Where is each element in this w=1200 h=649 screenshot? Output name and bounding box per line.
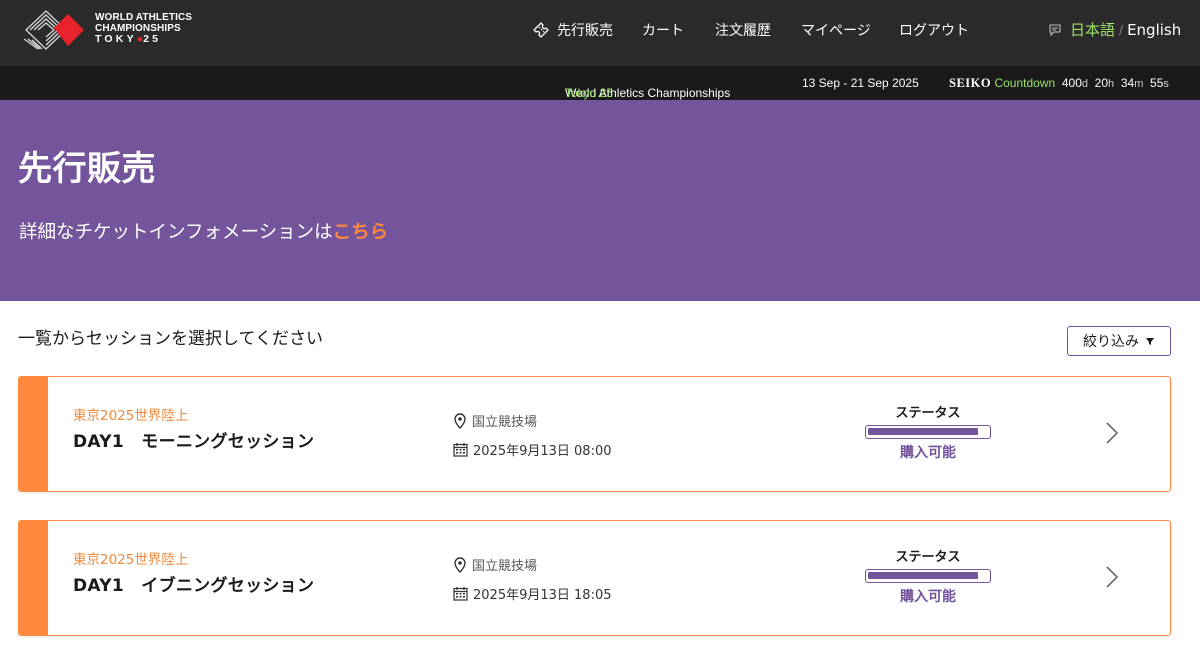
status-bar xyxy=(865,425,991,439)
nav-presale[interactable]: 先行販売 xyxy=(532,20,613,40)
venue: 国立競技場 xyxy=(453,555,537,574)
nav-cart[interactable]: カート xyxy=(642,20,684,40)
session-card[interactable]: 東京2025世界陸上 DAY1 イブニングセッション 国立競技場 2025年9月… xyxy=(18,520,1171,636)
status-bar xyxy=(865,569,991,583)
top-header: WORLD ATHLETICS CHAMPIONSHIPS TOKY●25 先行… xyxy=(0,0,1200,66)
ticket-icon xyxy=(533,22,549,38)
world-athletics-logo[interactable] xyxy=(22,9,86,51)
status-bar-fill xyxy=(868,428,978,435)
calendar-icon xyxy=(453,443,468,457)
session-datetime: 2025年9月13日 08:00 xyxy=(453,440,612,459)
event-info-bar: World Athletics Championships Tokyo 25 1… xyxy=(0,66,1200,100)
nav-mypage[interactable]: マイページ xyxy=(801,20,871,40)
sponsor-logo: SEIKO xyxy=(949,76,992,90)
venue: 国立競技場 xyxy=(453,411,537,430)
lang-english[interactable]: English xyxy=(1127,21,1181,39)
session-card[interactable]: 東京2025世界陸上 DAY1 モーニングセッション 国立競技場 2025年9月… xyxy=(18,376,1171,492)
filter-icon xyxy=(1146,338,1154,345)
lang-japanese[interactable]: 日本語 xyxy=(1070,19,1115,40)
status-text: 購入可能 xyxy=(900,445,956,461)
status-bar-fill xyxy=(868,572,978,579)
calendar-icon xyxy=(453,587,468,601)
nav-order-history[interactable]: 注文履歴 xyxy=(715,20,771,40)
event-dates: 13 Sep - 21 Sep 2025 xyxy=(802,76,919,90)
card-accent-bar xyxy=(19,377,48,491)
location-pin-icon xyxy=(454,412,466,429)
session-datetime: 2025年9月13日 18:05 xyxy=(453,584,612,603)
chat-bubble-icon xyxy=(1049,23,1061,36)
event-name: 東京2025世界陸上 xyxy=(73,552,189,568)
filter-button[interactable]: 絞り込み xyxy=(1067,326,1171,356)
card-accent-bar xyxy=(19,521,48,635)
page-title: 先行販売 xyxy=(18,149,156,189)
chevron-right-icon xyxy=(1106,566,1118,588)
session-name: DAY1 モーニングセッション xyxy=(73,432,315,452)
status-label: ステータス xyxy=(895,406,961,421)
ticket-info-text: 詳細なチケットインフォメーションはこちら xyxy=(19,222,389,243)
status-label: ステータス xyxy=(895,550,961,565)
status-text: 購入可能 xyxy=(900,589,956,605)
countdown-label: Countdown xyxy=(994,76,1056,90)
session-name: DAY1 イブニングセッション xyxy=(73,576,315,596)
hero-banner: 先行販売 詳細なチケットインフォメーションはこちら xyxy=(0,100,1200,301)
nav-logout[interactable]: ログアウト xyxy=(899,20,969,40)
countdown: SEIKO Countdown 400d 20h 34m 55s xyxy=(949,76,1169,90)
nav-presale-label: 先行販売 xyxy=(557,23,613,39)
logo-text: WORLD ATHLETICS CHAMPIONSHIPS TOKY●25 xyxy=(95,12,193,45)
ticket-info-link[interactable]: こちら xyxy=(333,222,389,243)
location-pin-icon xyxy=(454,556,466,573)
event-name: 東京2025世界陸上 xyxy=(73,408,189,424)
section-heading: 一覧からセッションを選択してください xyxy=(18,329,323,349)
language-switcher: 日本語 / English xyxy=(1048,19,1181,40)
chevron-right-icon xyxy=(1106,422,1118,444)
lang-separator: / xyxy=(1119,22,1124,37)
